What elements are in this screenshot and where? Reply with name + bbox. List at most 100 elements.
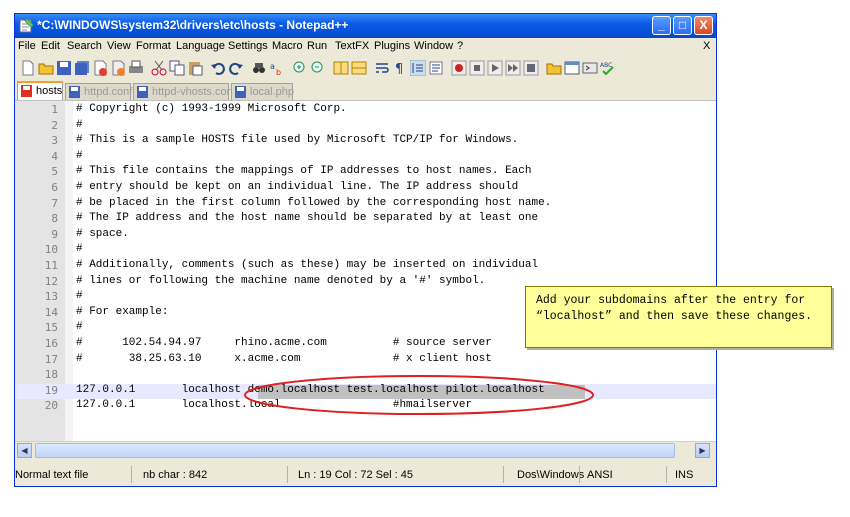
line-text[interactable]: #: [76, 321, 83, 333]
line-text[interactable]: # 38.25.63.10 x.acme.com # x client host: [76, 353, 492, 365]
run-program-icon[interactable]: [582, 60, 598, 76]
close-all-icon[interactable]: [110, 60, 126, 76]
line-text[interactable]: # space.: [76, 228, 129, 240]
save-all-icon[interactable]: [74, 60, 90, 76]
close-file-icon[interactable]: [92, 60, 108, 76]
print-icon[interactable]: [128, 60, 144, 76]
save-macro-icon[interactable]: [523, 60, 539, 76]
editor-line[interactable]: 7 # be placed in the first column followe…: [15, 197, 716, 213]
tab-hosts[interactable]: hosts: [17, 81, 63, 100]
minimize-button[interactable]: _: [652, 16, 671, 35]
save-icon[interactable]: [56, 60, 72, 76]
record-macro-icon[interactable]: [451, 60, 467, 76]
line-number: 5: [51, 165, 58, 179]
editor-line[interactable]: 3 # This is a sample HOSTS file used by M…: [15, 134, 716, 150]
editor-line[interactable]: 8 # The IP address and the host name shou…: [15, 212, 716, 228]
line-text[interactable]: # For example:: [76, 306, 168, 318]
user-lang-icon[interactable]: [428, 60, 444, 76]
spell-check-icon[interactable]: ABC: [600, 60, 616, 76]
console-icon[interactable]: [564, 60, 580, 76]
line-text[interactable]: # entry should be kept on an individual …: [76, 181, 518, 193]
line-text[interactable]: #: [76, 290, 83, 302]
sync-vertical-icon[interactable]: [333, 60, 349, 76]
new-file-icon[interactable]: [20, 60, 36, 76]
tab-httpd-vhosts-conf[interactable]: httpd-vhosts.conf: [133, 83, 236, 100]
notepadpp-logo-icon: [19, 18, 34, 33]
find-icon[interactable]: [251, 60, 267, 76]
editor-line[interactable]: 4 #: [15, 150, 716, 166]
menu-edit[interactable]: Edit: [41, 40, 60, 52]
tab-local-php[interactable]: local.php: [231, 83, 294, 100]
line-number: 15: [44, 321, 58, 335]
title-bar[interactable]: *C:\WINDOWS\system32\drivers\etc\hosts -…: [15, 14, 716, 38]
scroll-thumb[interactable]: [35, 443, 675, 458]
scroll-right-button[interactable]: ▶: [695, 443, 710, 458]
menu-textfx[interactable]: TextFX: [335, 40, 369, 52]
line-number: 9: [51, 227, 58, 241]
line-number: 20: [44, 399, 58, 413]
horizontal-scrollbar[interactable]: ◀ ▶: [15, 441, 716, 459]
scroll-left-button[interactable]: ◀: [17, 443, 32, 458]
line-text[interactable]: # Copyright (c) 1993-1999 Microsoft Corp…: [76, 103, 347, 115]
line-text[interactable]: # This is a sample HOSTS file used by Mi…: [76, 134, 518, 146]
menu-language[interactable]: Language: [176, 40, 225, 52]
status-char-count: nb char : 842: [143, 469, 208, 481]
close-document-button[interactable]: X: [703, 40, 710, 52]
editor-line[interactable]: 10 #: [15, 243, 716, 259]
menu-run[interactable]: Run: [307, 40, 327, 52]
editor-line[interactable]: 11 # Additionally, comments (such as thes…: [15, 259, 716, 275]
show-all-chars-icon[interactable]: ¶: [392, 60, 408, 76]
indent-guide-icon[interactable]: [410, 60, 426, 76]
menu-search[interactable]: Search: [67, 40, 102, 52]
stop-macro-icon[interactable]: [469, 60, 485, 76]
menu-format[interactable]: Format: [136, 40, 171, 52]
line-number: 18: [44, 368, 58, 382]
menu-file[interactable]: File: [18, 40, 36, 52]
word-wrap-icon[interactable]: [374, 60, 390, 76]
copy-icon[interactable]: [169, 60, 185, 76]
editor-line[interactable]: 6 # entry should be kept on an individual…: [15, 181, 716, 197]
menu-settings[interactable]: Settings: [228, 40, 268, 52]
run-macro-multiple-icon[interactable]: [505, 60, 521, 76]
minimize-icon: _: [658, 18, 665, 32]
svg-text:ABC: ABC: [600, 62, 612, 69]
editor-line[interactable]: 5 # This file contains the mappings of IP…: [15, 165, 716, 181]
zoom-in-icon[interactable]: [292, 60, 308, 76]
document-tabs: hosts httpd.conf httpd-vhosts.conf local…: [15, 81, 716, 101]
line-text[interactable]: # This file contains the mappings of IP …: [76, 165, 531, 177]
line-text[interactable]: # lines or following the machine name de…: [76, 275, 485, 287]
tab-httpd-conf[interactable]: httpd.conf: [65, 83, 132, 100]
saved-file-icon: [69, 86, 80, 98]
menu-view[interactable]: View: [107, 40, 131, 52]
line-text[interactable]: # The IP address and the host name shoul…: [76, 212, 538, 224]
menu-macro[interactable]: Macro: [272, 40, 303, 52]
line-text[interactable]: #: [76, 150, 83, 162]
menu-plugins[interactable]: Plugins: [374, 40, 410, 52]
editor-line[interactable]: 1 # Copyright (c) 1993-1999 Microsoft Cor…: [15, 103, 716, 119]
zoom-out-icon[interactable]: [310, 60, 326, 76]
menu-window[interactable]: Window: [414, 40, 453, 52]
undo-icon[interactable]: [210, 60, 226, 76]
folder-tool-icon[interactable]: [546, 60, 562, 76]
line-text[interactable]: #: [76, 119, 83, 131]
status-insert-mode: INS: [675, 469, 694, 481]
status-bar: Normal text file nb char : 842 Ln : 19 C…: [15, 464, 716, 486]
line-text[interactable]: #: [76, 243, 83, 255]
play-macro-icon[interactable]: [487, 60, 503, 76]
menu-help[interactable]: ?: [457, 40, 463, 52]
cut-icon[interactable]: [151, 60, 167, 76]
editor-line[interactable]: 17 # 38.25.63.10 x.acme.com # x client ho…: [15, 353, 716, 369]
editor-line[interactable]: 2 #: [15, 119, 716, 135]
replace-icon[interactable]: ab: [269, 60, 285, 76]
paste-icon[interactable]: [187, 60, 203, 76]
line-text[interactable]: # Additionally, comments (such as these)…: [76, 259, 538, 271]
sync-horizontal-icon[interactable]: [351, 60, 367, 76]
redo-icon[interactable]: [228, 60, 244, 76]
open-file-icon[interactable]: [38, 60, 54, 76]
editor-line[interactable]: 9 # space.: [15, 228, 716, 244]
close-button[interactable]: X: [694, 16, 713, 35]
line-text[interactable]: # be placed in the first column followed…: [76, 197, 551, 209]
line-text[interactable]: # 102.54.94.97 rhino.acme.com # source s…: [76, 337, 492, 349]
maximize-button[interactable]: □: [673, 16, 692, 35]
toolbar: ab ¶ ABC: [15, 55, 716, 81]
